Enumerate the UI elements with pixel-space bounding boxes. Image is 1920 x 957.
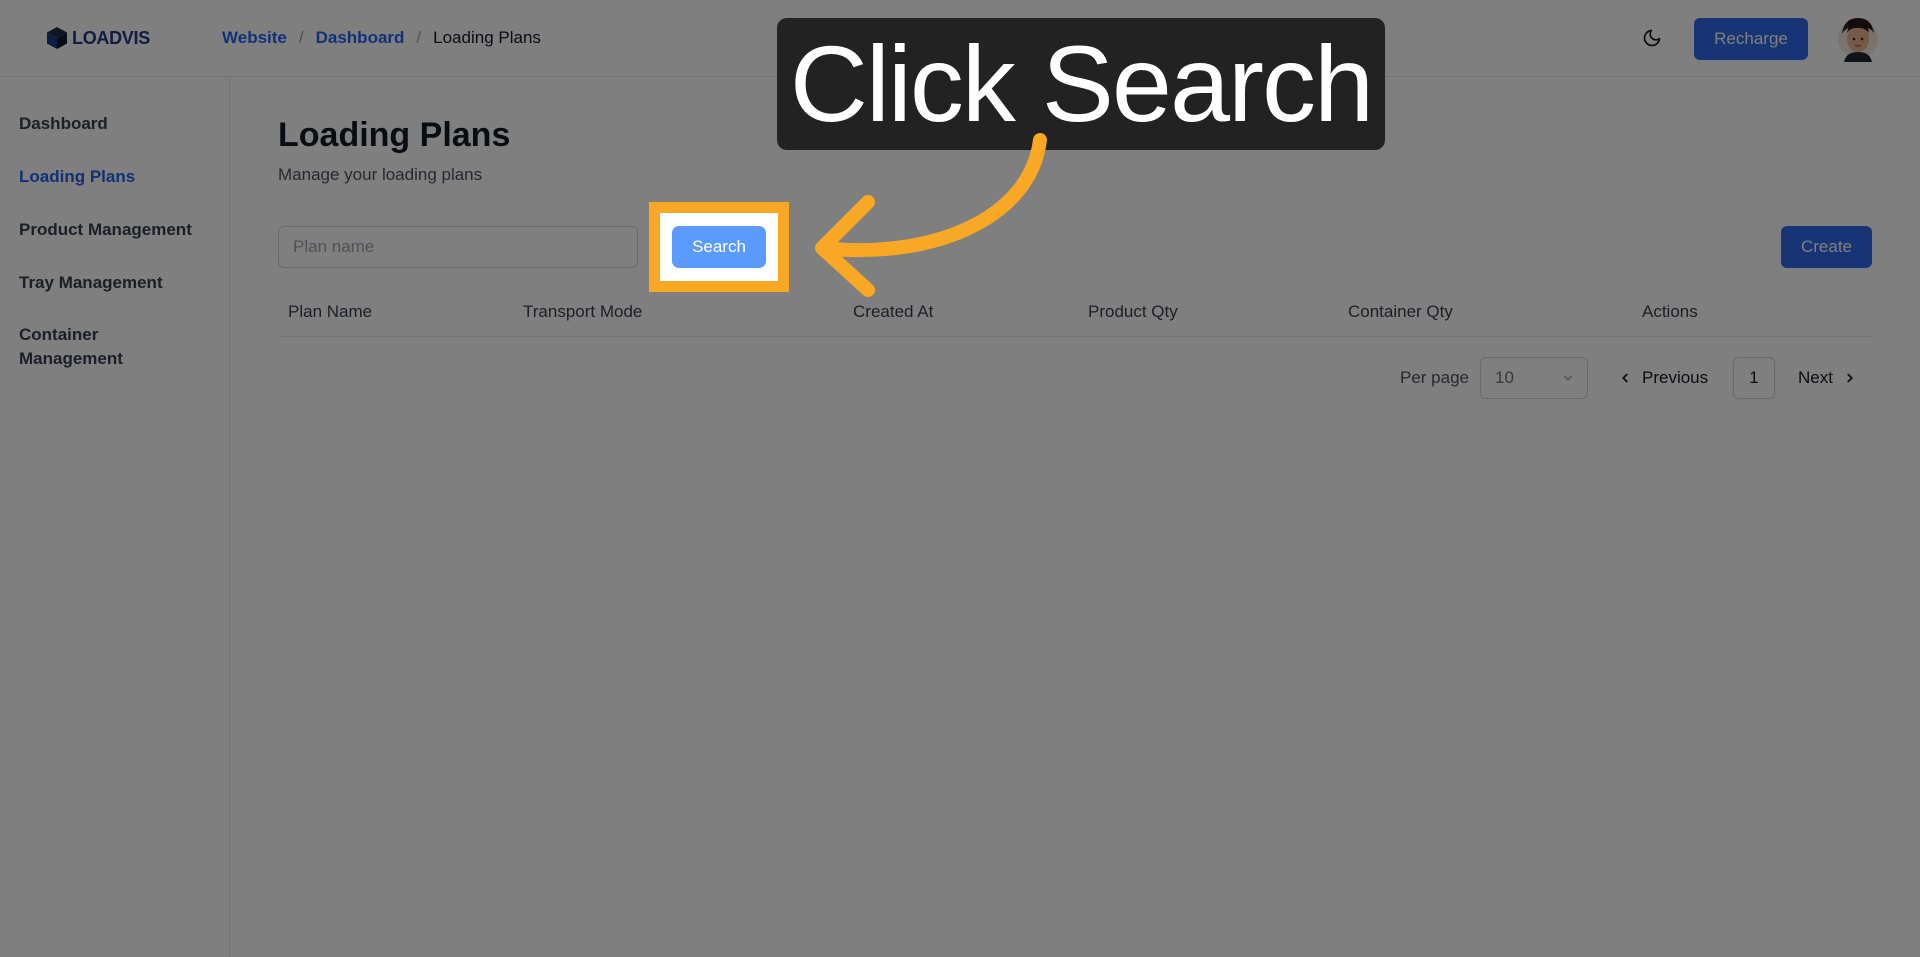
column-header-product-qty: Product Qty — [1088, 302, 1178, 321]
page-subtitle: Manage your loading plans — [278, 165, 483, 184]
cube-logo-icon — [47, 27, 67, 49]
per-page-select[interactable]: 10 — [1480, 357, 1588, 399]
table-header: Plan Name Transport Mode Created At Prod… — [278, 296, 1872, 337]
previous-page-button[interactable]: Previous — [1618, 357, 1708, 399]
sidebar-item-dashboard[interactable]: Dashboard — [19, 112, 209, 136]
pointer-arrow-icon — [815, 133, 1047, 297]
page-number-button[interactable]: 1 — [1733, 357, 1775, 399]
chevron-left-icon — [1622, 373, 1628, 383]
chevron-right-icon — [1847, 373, 1853, 383]
breadcrumb-current: Loading Plans — [433, 28, 541, 47]
create-button[interactable]: Create — [1781, 226, 1872, 268]
breadcrumb-website-link[interactable]: Website — [222, 28, 287, 48]
breadcrumb-dashboard-link[interactable]: Dashboard — [316, 28, 405, 48]
plan-name-search-input[interactable] — [278, 226, 638, 268]
next-page-button[interactable]: Next — [1798, 357, 1857, 399]
column-header-plan-name: Plan Name — [288, 302, 373, 321]
search-button[interactable]: Search — [672, 226, 766, 268]
previous-label: Previous — [1642, 368, 1709, 387]
breadcrumb-separator: / — [416, 28, 422, 47]
sidebar-item-loading-plans[interactable]: Loading Plans — [19, 165, 209, 189]
column-header-transport-mode: Transport Mode — [523, 302, 643, 321]
column-header-container-qty: Container Qty — [1348, 302, 1453, 321]
sidebar-item-tray-management[interactable]: Tray Management — [19, 271, 209, 295]
next-label: Next — [1798, 368, 1833, 387]
per-page-value: 10 — [1495, 368, 1514, 387]
sidebar-item-container-management[interactable]: Container Management — [19, 323, 169, 371]
moon-icon — [1643, 29, 1661, 47]
page-title: Loading Plans — [278, 116, 511, 154]
recharge-button[interactable]: Recharge — [1694, 18, 1808, 60]
logo[interactable]: LOADVIS — [46, 26, 150, 50]
dark-mode-toggle[interactable] — [1636, 22, 1668, 54]
sidebar-item-product-management[interactable]: Product Management — [19, 218, 209, 242]
logo-text: LOADVIS — [72, 27, 150, 48]
breadcrumb: Website / Dashboard / Loading Plans — [222, 28, 541, 48]
per-page-label: Per page — [1400, 368, 1469, 387]
sidebar: Dashboard Loading Plans Product Manageme… — [0, 77, 230, 957]
chevron-down-icon — [1563, 375, 1573, 381]
column-header-actions: Actions — [1642, 302, 1698, 321]
avatar[interactable] — [1836, 14, 1880, 62]
breadcrumb-separator: / — [298, 28, 304, 47]
